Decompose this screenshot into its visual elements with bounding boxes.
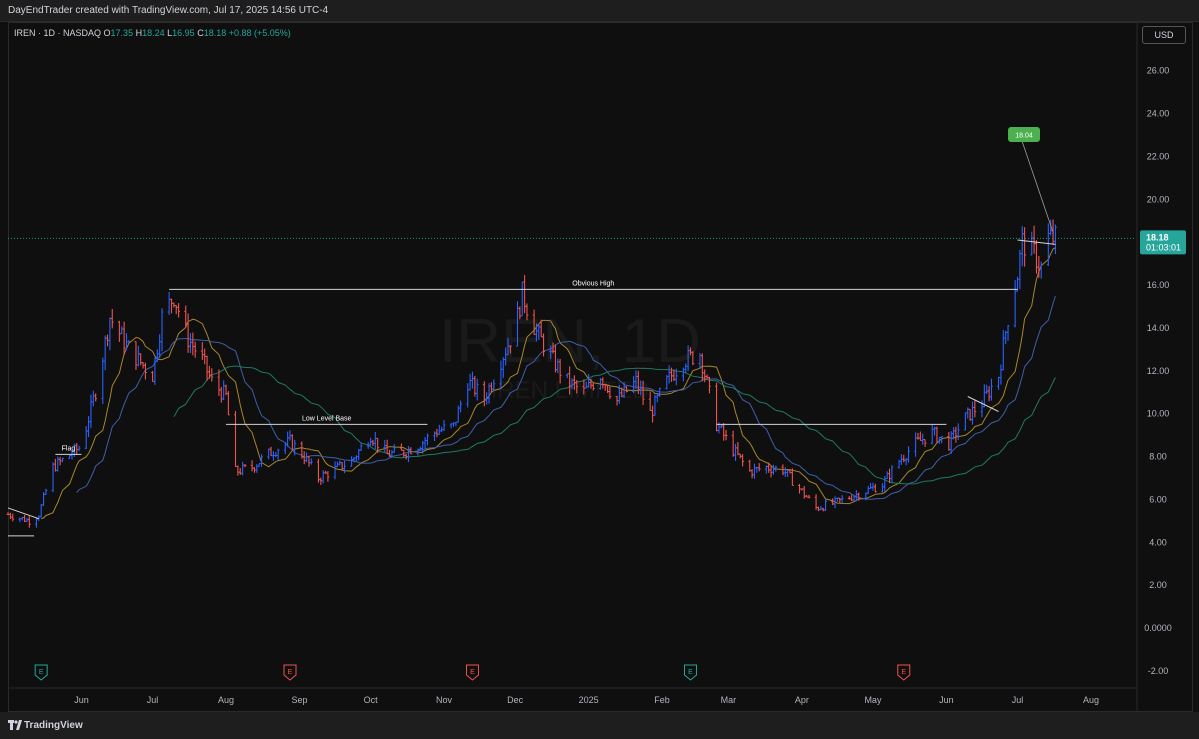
x-tick-label: May	[864, 695, 882, 705]
y-tick-label: 6.00	[1149, 494, 1167, 504]
x-tick-label: Aug	[1083, 695, 1099, 705]
legend-high: 18.24	[142, 28, 165, 38]
legend-change: +0.88 (+5.05%)	[228, 28, 291, 38]
earnings-marker-letter: E	[39, 669, 44, 676]
y-tick-label: 4.00	[1149, 537, 1167, 547]
x-tick-label: Jul	[1012, 695, 1024, 705]
x-tick-label: Oct	[364, 695, 379, 705]
x-tick-label: Jun	[74, 695, 89, 705]
earnings-marker-letter: E	[288, 669, 293, 676]
level-annotation-label: Low Level Base	[302, 415, 352, 422]
x-tick-label: Mar	[721, 695, 737, 705]
y-tick-label: -2.00	[1148, 666, 1169, 676]
price-chart[interactable]: IREN, 1D IREN LIMITED Obvious HighLow Le…	[0, 0, 1199, 739]
y-tick-label: 24.00	[1147, 109, 1170, 119]
x-tick-label: 2025	[579, 695, 599, 705]
earnings-marker-letter: E	[688, 669, 693, 676]
x-tick-label: Jul	[147, 695, 159, 705]
footer: TradingView	[0, 712, 1199, 739]
y-tick-label: 2.00	[1149, 580, 1167, 590]
y-tick-label: 0.0000	[1144, 623, 1172, 633]
level-annotation-label: Flag	[62, 445, 76, 452]
x-tick-label: Nov	[436, 695, 453, 705]
earnings-marker-letter: E	[901, 669, 906, 676]
last-price-countdown: 01:03:01	[1146, 242, 1181, 252]
level-annotation-label: Obvious High	[572, 280, 614, 287]
last-price-value: 18.18	[1146, 232, 1169, 242]
legend-open: 17.35	[110, 28, 134, 38]
y-tick-label: 8.00	[1149, 452, 1167, 462]
price-callout-label: 18.04	[1015, 133, 1033, 140]
y-tick-label: 20.00	[1147, 194, 1170, 204]
ohlc-legend: IREN · 1D · NASDAQ O17.35 H18.24 L16.95 …	[14, 28, 291, 38]
x-tick-label: Dec	[507, 695, 524, 705]
tradingview-brand: TradingView	[24, 720, 83, 731]
legend-symbol: IREN · 1D · NASDAQ	[14, 28, 102, 38]
y-tick-label: 22.00	[1147, 151, 1170, 161]
legend-close: 18.18	[203, 28, 227, 38]
x-tick-label: Sep	[291, 695, 307, 705]
x-tick-label: Aug	[218, 695, 234, 705]
earnings-marker-letter: E	[470, 669, 475, 676]
legend-open-label: O	[103, 28, 111, 38]
y-tick-label: 26.00	[1147, 66, 1170, 76]
y-tick-label: 12.00	[1147, 366, 1170, 376]
callout-connector	[1021, 140, 1054, 234]
currency-button[interactable]: USD	[1142, 26, 1186, 44]
x-tick-label: Apr	[795, 695, 809, 705]
tradingview-logo-icon	[8, 720, 22, 730]
y-tick-label: 14.00	[1147, 323, 1170, 333]
y-tick-label: 10.00	[1147, 409, 1170, 419]
x-tick-label: Feb	[654, 695, 670, 705]
legend-low: 16.95	[172, 28, 195, 38]
x-tick-label: Jun	[939, 695, 954, 705]
y-tick-label: 16.00	[1147, 280, 1170, 290]
